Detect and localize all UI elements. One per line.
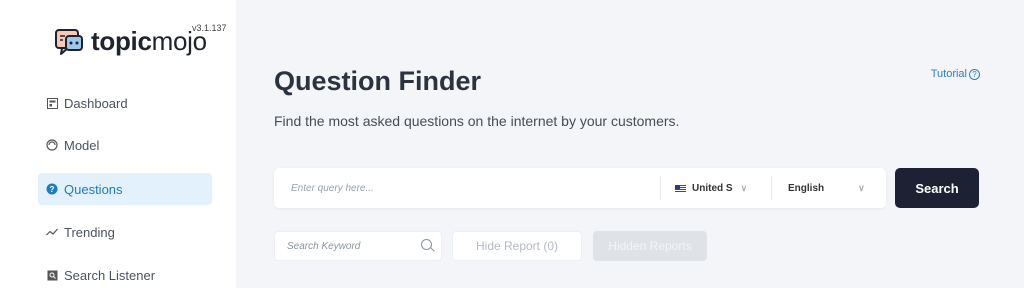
logo-wordmark: topicmojo — [91, 26, 207, 56]
chevron-down-icon: ∨ — [740, 182, 748, 193]
keyword-search-input[interactable] — [287, 240, 417, 252]
country-value: United S — [692, 182, 733, 194]
search-icon[interactable] — [421, 239, 435, 253]
logo-wordmark-bold: topic — [91, 26, 152, 56]
sidebar-item-label: Dashboard — [64, 95, 128, 111]
language-select[interactable]: English ∨ — [772, 168, 886, 208]
hide-report-button[interactable]: Hide Report (0) — [452, 231, 582, 261]
sidebar-item-questions[interactable]: ? Questions — [38, 173, 212, 205]
sidebar-item-label: Questions — [64, 181, 123, 197]
sidebar: topicmojo v3.1.137 Dashboard Model ? Que… — [0, 0, 236, 288]
sidebar-item-label: Trending — [64, 224, 115, 240]
model-icon — [46, 139, 58, 151]
question-icon: ? — [46, 183, 58, 195]
app-version: v3.1.137 — [192, 23, 227, 33]
dashboard-icon — [46, 97, 58, 109]
search-button[interactable]: Search — [895, 168, 979, 208]
sidebar-item-search-listener[interactable]: Search Listener — [38, 259, 212, 288]
page-title: Question Finder — [274, 66, 482, 96]
search-bar: United S ∨ English ∨ — [274, 168, 886, 208]
search-listener-icon — [46, 269, 58, 281]
sidebar-item-model[interactable]: Model — [38, 129, 212, 161]
hidden-reports-button[interactable]: Hidden Reports — [593, 231, 707, 261]
tutorial-link[interactable]: Tutorial ? — [931, 68, 980, 80]
language-value: English — [788, 182, 825, 194]
sidebar-item-label: Search Listener — [64, 267, 156, 283]
page-subtitle: Find the most asked questions on the int… — [274, 113, 680, 129]
us-flag-icon — [675, 184, 686, 192]
country-select[interactable]: United S ∨ — [661, 168, 771, 208]
sidebar-item-trending[interactable]: Trending — [38, 216, 212, 248]
chevron-down-icon: ∨ — [858, 182, 865, 193]
keyword-search — [274, 231, 442, 261]
tutorial-label: Tutorial — [930, 68, 967, 80]
help-icon: ? — [969, 68, 980, 80]
svg-text:?: ? — [50, 185, 55, 194]
query-input[interactable] — [274, 168, 660, 208]
trending-icon — [46, 226, 58, 238]
sidebar-item-label: Model — [64, 137, 100, 153]
sidebar-item-dashboard[interactable]: Dashboard — [38, 87, 212, 119]
logo-icon — [53, 26, 85, 56]
app-logo[interactable]: topicmojo — [53, 22, 207, 56]
